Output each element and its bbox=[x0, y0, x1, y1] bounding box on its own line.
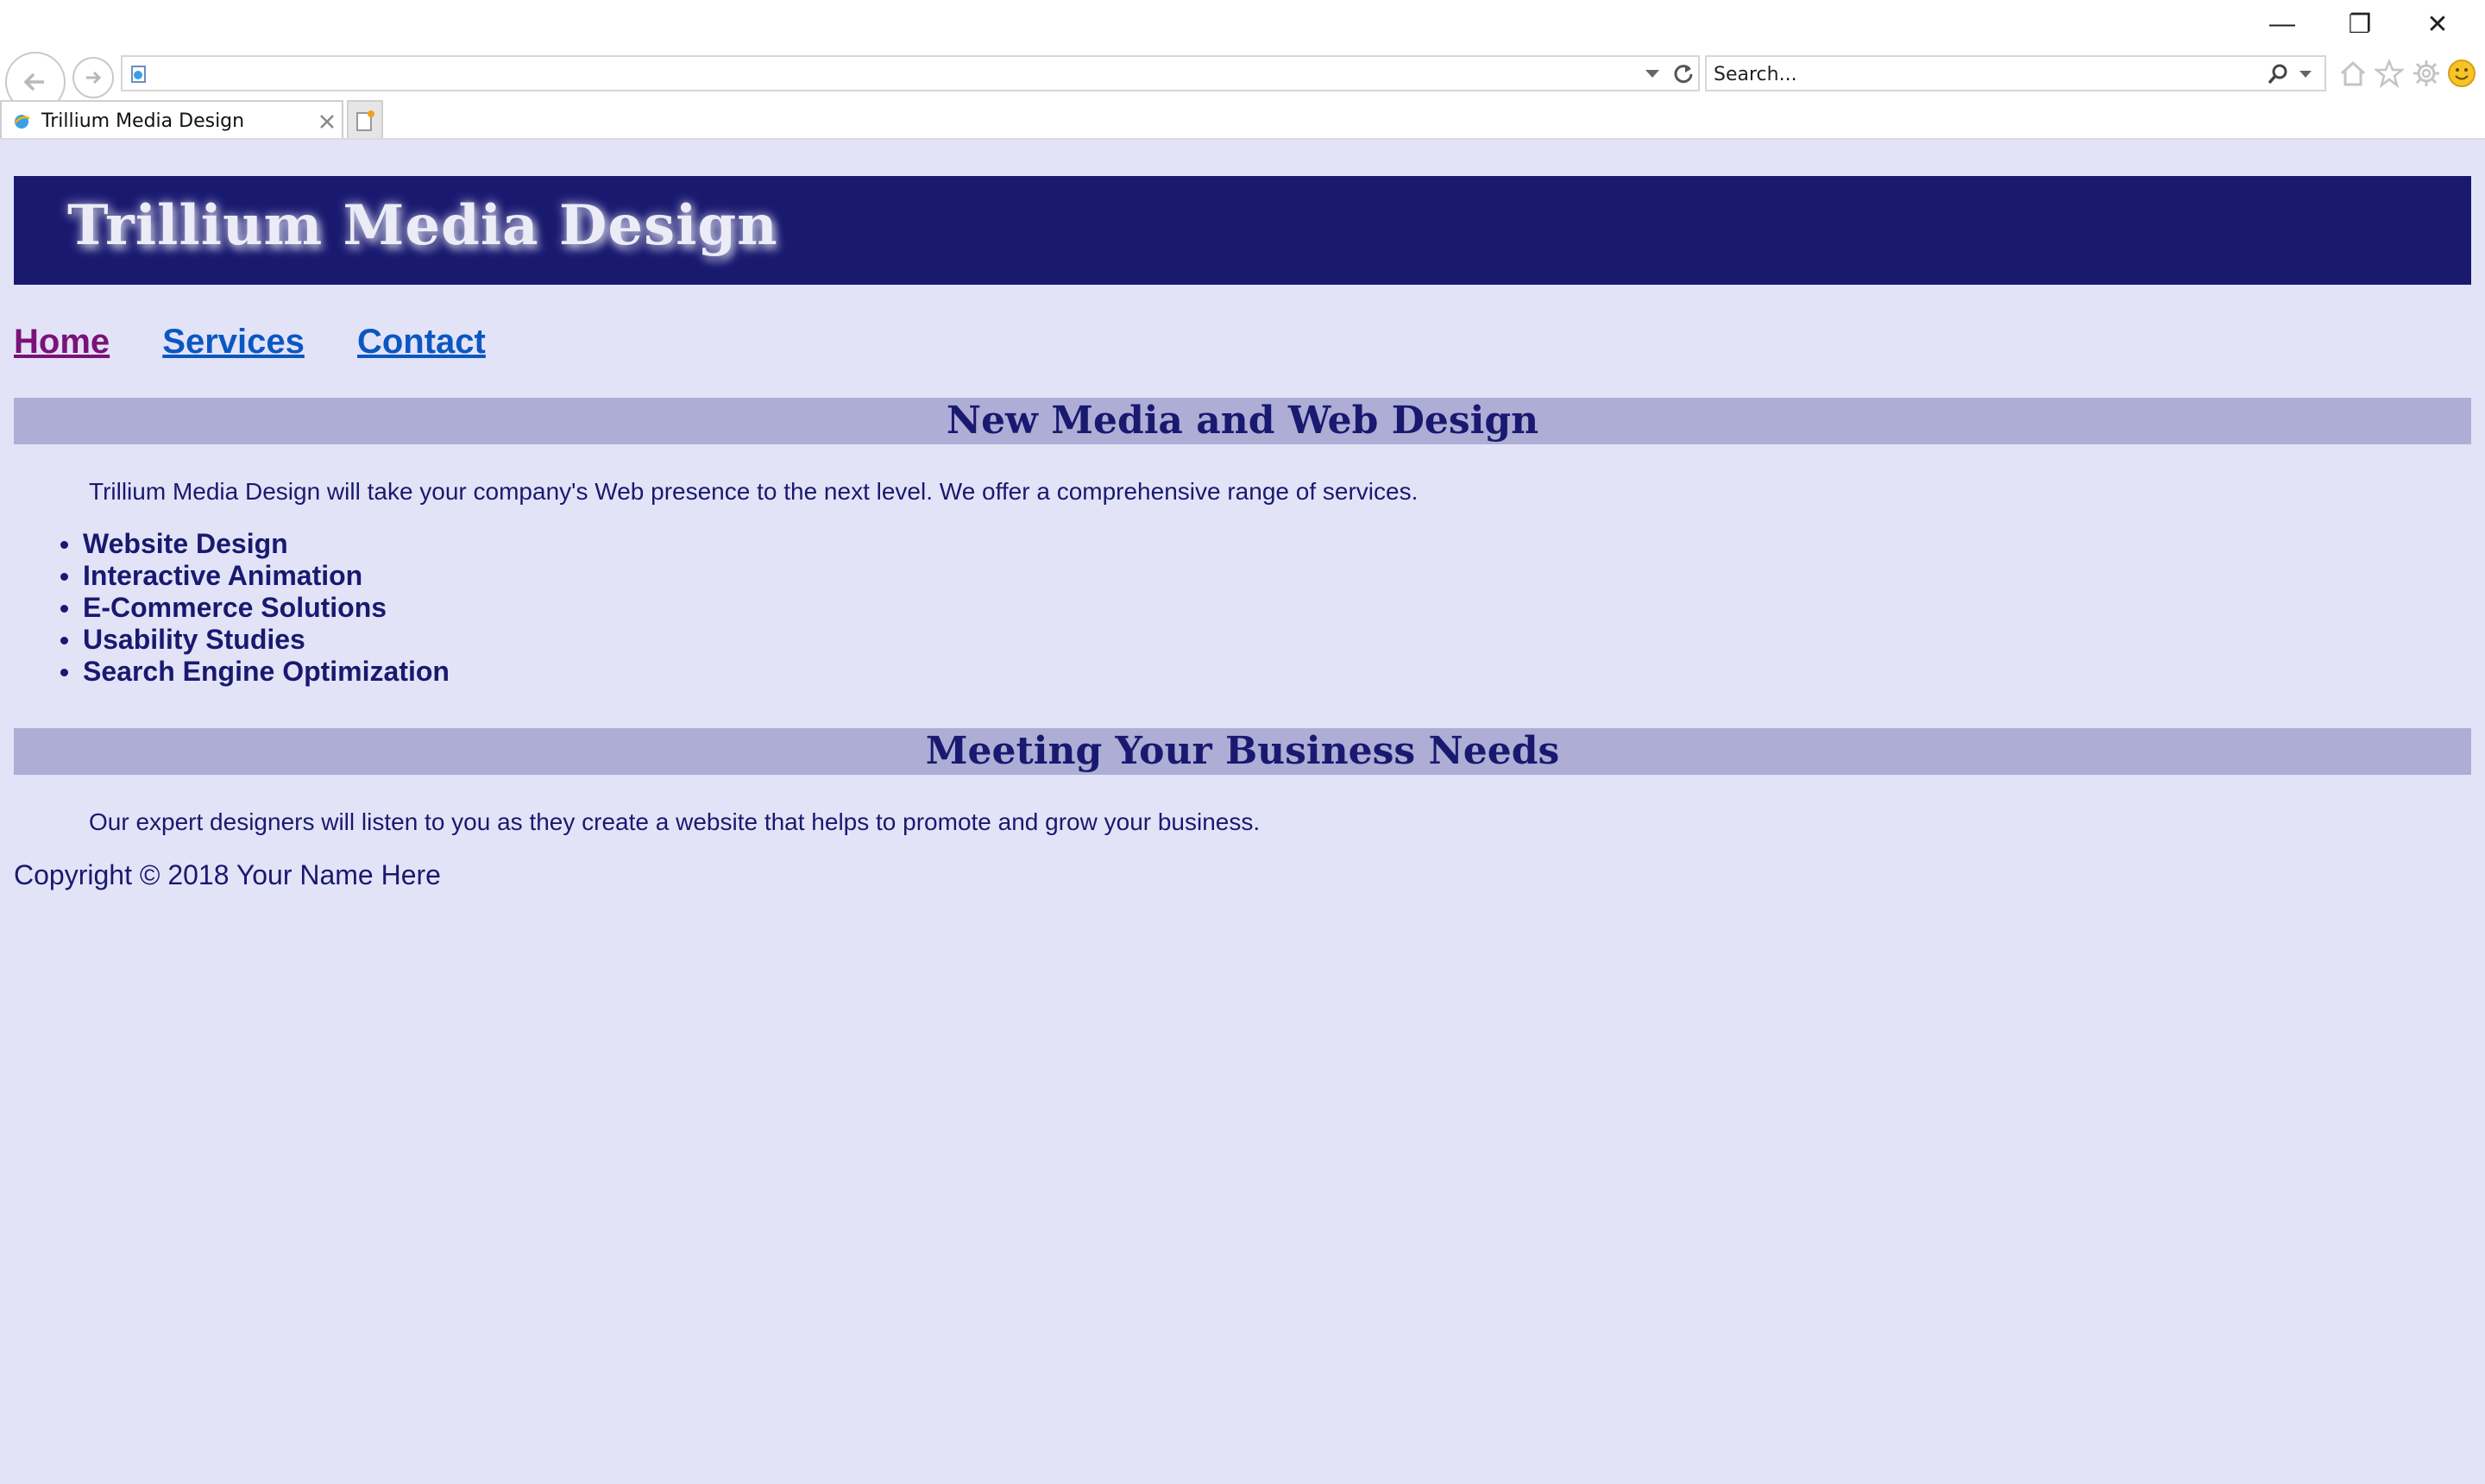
minimize-icon: — bbox=[2269, 9, 2295, 38]
favorites-star-icon[interactable] bbox=[2375, 59, 2404, 88]
restore-icon: ❐ bbox=[2348, 9, 2372, 39]
nav-link-contact[interactable]: Contact bbox=[357, 323, 486, 361]
forward-button[interactable] bbox=[72, 57, 114, 98]
search-dropdown-icon[interactable] bbox=[2299, 70, 2312, 79]
dropdown-icon[interactable] bbox=[1645, 69, 1660, 79]
restore-button[interactable]: ❐ bbox=[2321, 0, 2399, 48]
address-bar[interactable] bbox=[121, 55, 1700, 91]
tab-favicon-icon bbox=[14, 115, 30, 129]
services-list: Website Design Interactive Animation E-C… bbox=[14, 528, 450, 688]
browser-chrome: — ❐ ✕ Search... Trillium Media Design bbox=[0, 0, 2485, 140]
site-header: Trillium Media Design bbox=[14, 176, 2471, 285]
back-icon bbox=[23, 72, 44, 91]
site-nav: Home Services Contact bbox=[14, 323, 529, 362]
search-icon[interactable] bbox=[2266, 62, 2290, 86]
search-box[interactable]: Search... bbox=[1705, 55, 2326, 91]
list-item: Interactive Animation bbox=[14, 560, 450, 592]
close-window-button[interactable]: ✕ bbox=[2399, 0, 2476, 48]
browser-tab-active[interactable]: Trillium Media Design bbox=[0, 100, 343, 140]
business-paragraph: Our expert designers will listen to you … bbox=[89, 808, 1261, 835]
new-tab-icon bbox=[356, 110, 374, 131]
nav-link-home[interactable]: Home bbox=[14, 323, 110, 361]
section-heading-new-media: New Media and Web Design bbox=[14, 398, 2471, 444]
forward-icon bbox=[86, 71, 102, 85]
smiley-icon[interactable] bbox=[2447, 59, 2476, 88]
close-tab-icon[interactable] bbox=[319, 114, 335, 129]
footer-copyright: Copyright © 2018 Your Name Here bbox=[14, 859, 441, 890]
site-title: Trillium Media Design bbox=[67, 193, 778, 258]
tab-title: Trillium Media Design bbox=[41, 110, 245, 132]
new-tab-button[interactable] bbox=[347, 100, 383, 140]
page-icon bbox=[131, 66, 146, 83]
gear-icon[interactable] bbox=[2412, 59, 2441, 88]
section-heading-business-needs: Meeting Your Business Needs bbox=[14, 728, 2471, 775]
close-icon: ✕ bbox=[2426, 9, 2449, 39]
list-item: E-Commerce Solutions bbox=[14, 592, 450, 624]
list-item: Website Design bbox=[14, 528, 450, 560]
nav-link-services[interactable]: Services bbox=[162, 323, 305, 361]
minimize-button[interactable]: — bbox=[2243, 0, 2321, 48]
intro-paragraph: Trillium Media Design will take your com… bbox=[89, 478, 1419, 505]
refresh-icon[interactable] bbox=[1672, 62, 1695, 85]
list-item: Usability Studies bbox=[14, 624, 450, 656]
home-icon[interactable] bbox=[2338, 59, 2368, 88]
web-page: Trillium Media Design Home Services Cont… bbox=[14, 140, 2471, 1484]
list-item: Search Engine Optimization bbox=[14, 656, 450, 688]
search-placeholder: Search... bbox=[1714, 64, 1797, 85]
